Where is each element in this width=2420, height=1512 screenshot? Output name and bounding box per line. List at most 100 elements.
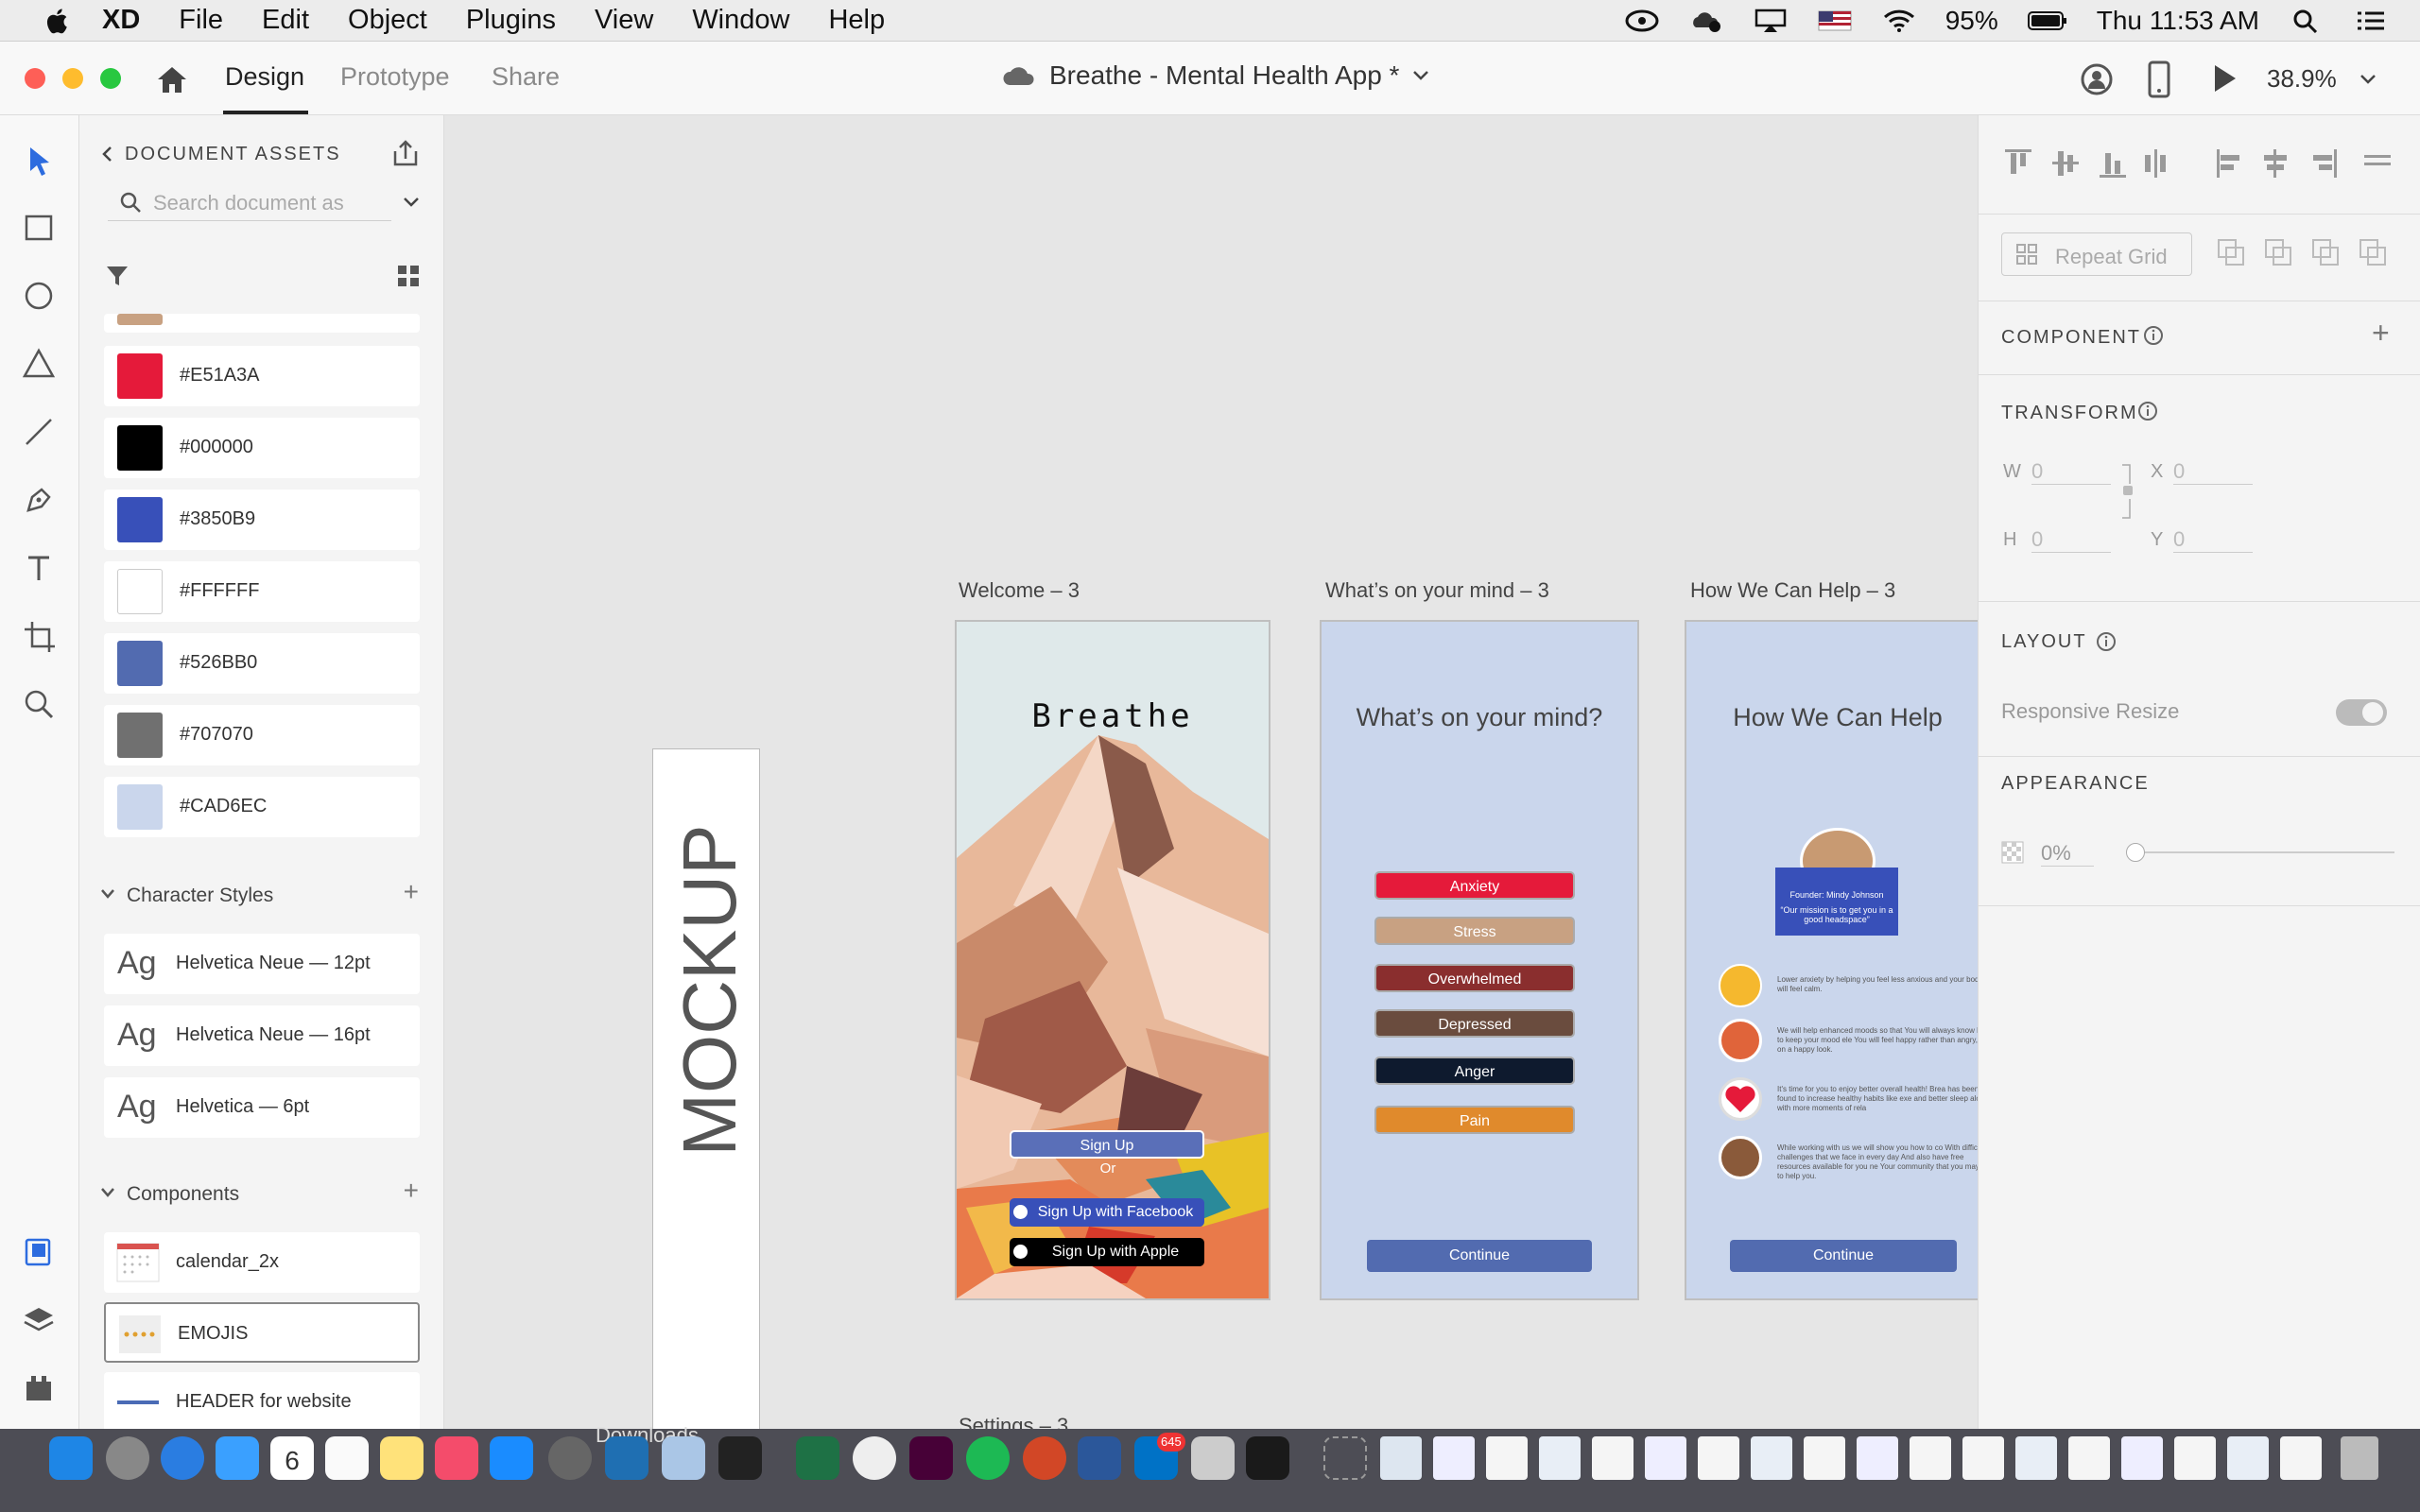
color-swatch-partial[interactable] bbox=[104, 314, 420, 333]
minimized-window-thumbnail[interactable] bbox=[2227, 1436, 2269, 1480]
trash-icon[interactable] bbox=[2341, 1436, 2378, 1480]
notes-app-icon[interactable] bbox=[380, 1436, 424, 1480]
component-row-selected[interactable]: EMOJIS bbox=[104, 1302, 420, 1363]
mood-option-depressed[interactable]: Depressed bbox=[1374, 1009, 1575, 1038]
minimized-window-thumbnail[interactable] bbox=[2121, 1436, 2163, 1480]
back-chevron-icon[interactable] bbox=[100, 146, 113, 163]
color-swatch-row[interactable]: #707070 bbox=[104, 705, 420, 765]
assets-panel-icon[interactable] bbox=[21, 1234, 57, 1270]
minimized-window-thumbnail[interactable] bbox=[2015, 1436, 2057, 1480]
artboard-how-we-can-help[interactable]: How We Can Help Founder: Mindy Johnson “… bbox=[1685, 620, 1978, 1300]
opacity-slider-knob[interactable] bbox=[2126, 843, 2145, 862]
filter-icon[interactable] bbox=[104, 263, 130, 289]
menu-app-name[interactable]: XD bbox=[102, 5, 140, 36]
mood-option-anxiety[interactable]: Anxiety bbox=[1374, 871, 1575, 900]
zoom-chevron-down-icon[interactable] bbox=[2360, 74, 2377, 85]
minimized-window-thumbnail[interactable] bbox=[1486, 1436, 1528, 1480]
system-preferences-icon[interactable] bbox=[548, 1436, 592, 1480]
design-canvas[interactable]: MOCKUP Welcome – 3 Breathe Sign Up Or Si… bbox=[444, 115, 1978, 1429]
minimized-window-thumbnail[interactable] bbox=[1910, 1436, 1951, 1480]
tab-design[interactable]: Design bbox=[225, 62, 304, 92]
menu-window[interactable]: Window bbox=[692, 5, 789, 36]
info-icon[interactable] bbox=[2096, 631, 2117, 652]
character-style-row[interactable]: Ag Helvetica Neue — 12pt bbox=[104, 934, 420, 994]
artboard-label-mind[interactable]: What’s on your mind – 3 bbox=[1325, 578, 1549, 603]
minimized-window-thumbnail[interactable] bbox=[1857, 1436, 1898, 1480]
select-tool-icon[interactable] bbox=[21, 144, 57, 180]
menubar-clock[interactable]: Thu 11:53 AM bbox=[2097, 6, 2259, 36]
width-field[interactable]: 0 bbox=[2031, 459, 2111, 485]
rectangle-tool-icon[interactable] bbox=[21, 210, 57, 246]
x-field[interactable]: 0 bbox=[2173, 459, 2253, 485]
color-swatch-row[interactable]: #E51A3A bbox=[104, 346, 420, 406]
notification-center-icon[interactable] bbox=[2352, 9, 2388, 33]
minimized-window-thumbnail[interactable] bbox=[1539, 1436, 1581, 1480]
boolean-ops-icons[interactable] bbox=[2217, 238, 2396, 268]
character-style-row[interactable]: Ag Helvetica Neue — 16pt bbox=[104, 1005, 420, 1066]
minimized-window-thumbnail[interactable] bbox=[1804, 1436, 1845, 1480]
search-filter-chevron-icon[interactable] bbox=[403, 197, 420, 208]
mood-option-overwhelmed[interactable]: Overwhelmed bbox=[1374, 964, 1575, 992]
menu-help[interactable]: Help bbox=[828, 5, 885, 36]
unknown-app-icon[interactable] bbox=[1323, 1436, 1367, 1480]
minimized-window-thumbnail[interactable] bbox=[1380, 1436, 1422, 1480]
section-collapse-chevron-icon[interactable] bbox=[100, 888, 115, 900]
lock-aspect-icon[interactable] bbox=[2120, 463, 2135, 520]
sketch-app-icon[interactable] bbox=[1246, 1436, 1289, 1480]
layers-panel-icon[interactable] bbox=[21, 1302, 57, 1338]
artboard-tool-icon[interactable] bbox=[21, 618, 57, 654]
mood-option-anger[interactable]: Anger bbox=[1374, 1057, 1575, 1085]
calendar-app-icon[interactable]: 6 bbox=[270, 1436, 314, 1480]
minimized-window-thumbnail[interactable] bbox=[1592, 1436, 1634, 1480]
airplay-icon[interactable] bbox=[1753, 9, 1789, 33]
zoom-level[interactable]: 38.9% bbox=[2267, 64, 2337, 94]
vertical-align-icons[interactable] bbox=[2003, 147, 2173, 180]
maximize-window-button[interactable] bbox=[100, 68, 121, 89]
safari-app-icon[interactable] bbox=[161, 1436, 204, 1480]
minimized-window-thumbnail[interactable] bbox=[1645, 1436, 1686, 1480]
add-component-button[interactable]: + bbox=[404, 1176, 419, 1206]
spotify-app-icon[interactable] bbox=[966, 1436, 1010, 1480]
user-share-icon[interactable] bbox=[2080, 62, 2114, 96]
ellipse-tool-icon[interactable] bbox=[21, 278, 57, 314]
info-icon[interactable] bbox=[2137, 401, 2158, 421]
vscode-app-icon[interactable] bbox=[605, 1436, 648, 1480]
adobe-xd-app-icon[interactable] bbox=[909, 1436, 953, 1480]
character-styles-heading[interactable]: Character Styles bbox=[127, 885, 273, 907]
mockup-board[interactable]: MOCKUP bbox=[652, 748, 760, 1429]
image-capture-app-icon[interactable] bbox=[1191, 1436, 1235, 1480]
signup-apple-button[interactable]: Sign Up with Apple bbox=[1010, 1238, 1204, 1266]
minimized-window-thumbnail[interactable] bbox=[2174, 1436, 2216, 1480]
music-app-icon[interactable] bbox=[435, 1436, 478, 1480]
excel-app-icon[interactable] bbox=[796, 1436, 839, 1480]
polygon-tool-icon[interactable] bbox=[21, 346, 57, 382]
line-tool-icon[interactable] bbox=[21, 414, 57, 450]
artboard-label-welcome[interactable]: Welcome – 3 bbox=[959, 578, 1080, 603]
export-assets-icon[interactable] bbox=[391, 138, 420, 168]
spotlight-search-icon[interactable] bbox=[2288, 9, 2324, 33]
section-collapse-chevron-icon[interactable] bbox=[100, 1187, 115, 1198]
minimized-window-thumbnail[interactable] bbox=[2280, 1436, 2322, 1480]
components-heading[interactable]: Components bbox=[127, 1183, 239, 1206]
color-swatch-row[interactable]: #3850B9 bbox=[104, 490, 420, 550]
height-field[interactable]: 0 bbox=[2031, 527, 2111, 553]
signup-button[interactable]: Sign Up bbox=[1010, 1130, 1204, 1159]
document-title[interactable]: Breathe - Mental Health App * bbox=[1002, 60, 1429, 91]
zoom-tool-icon[interactable] bbox=[21, 686, 57, 722]
mind-continue-button[interactable]: Continue bbox=[1367, 1240, 1592, 1272]
artboard-welcome[interactable]: Breathe Sign Up Or Sign Up with Facebook… bbox=[955, 620, 1270, 1300]
menu-plugins[interactable]: Plugins bbox=[466, 5, 556, 36]
responsive-resize-toggle[interactable] bbox=[2336, 699, 2387, 726]
component-row[interactable]: HEADER for website bbox=[104, 1372, 420, 1429]
mood-option-pain[interactable]: Pain bbox=[1374, 1106, 1575, 1134]
app-store-icon[interactable] bbox=[490, 1436, 533, 1480]
info-icon[interactable] bbox=[2143, 325, 2164, 346]
minimized-window-thumbnail[interactable] bbox=[2068, 1436, 2110, 1480]
horizontal-align-icons[interactable] bbox=[2215, 147, 2394, 180]
pen-tool-icon[interactable] bbox=[21, 482, 57, 518]
minimized-window-thumbnail[interactable] bbox=[1433, 1436, 1475, 1480]
powerpoint-app-icon[interactable] bbox=[1023, 1436, 1066, 1480]
character-style-row[interactable]: Ag Helvetica — 6pt bbox=[104, 1077, 420, 1138]
menu-edit[interactable]: Edit bbox=[262, 5, 309, 36]
mood-option-stress[interactable]: Stress bbox=[1374, 917, 1575, 945]
